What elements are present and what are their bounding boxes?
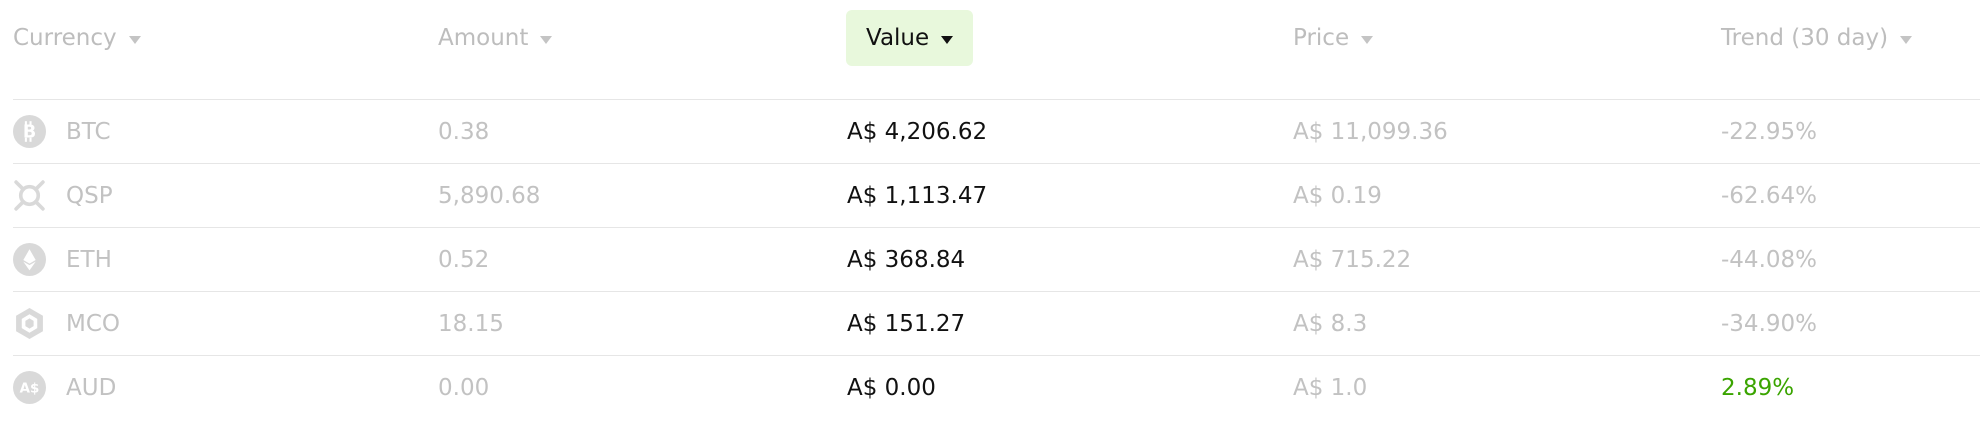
currency-cell: ETH (13, 228, 112, 291)
value-cell: A$ 0.00 (847, 374, 936, 401)
caret-down-icon (1361, 35, 1374, 44)
table-row[interactable]: A$ AUD 0.00 A$ 0.00 A$ 1.0 2.89% (13, 356, 1980, 419)
currency-code: QSP (66, 182, 113, 209)
caret-down-icon (540, 35, 553, 44)
column-header-trend: Trend (30 day) (1721, 25, 1889, 51)
sort-currency-button[interactable]: Currency (13, 10, 141, 66)
aud-icon: A$ (13, 371, 46, 404)
trend-cell: -34.90% (1721, 310, 1817, 337)
value-cell: A$ 368.84 (847, 246, 966, 273)
btc-icon: B (13, 115, 46, 148)
sort-trend-button[interactable]: Trend (30 day) (1721, 10, 1913, 66)
table-row[interactable]: QSP 5,890.68 A$ 1,113.47 A$ 0.19 -62.64% (13, 164, 1980, 228)
price-cell: A$ 0.19 (1293, 182, 1382, 209)
trend-cell: -62.64% (1721, 182, 1817, 209)
svg-text:A$: A$ (20, 382, 40, 397)
value-cell: A$ 151.27 (847, 310, 966, 337)
price-cell: A$ 11,099.36 (1293, 118, 1448, 145)
sort-value-button[interactable]: Value (846, 10, 974, 66)
amount-cell: 18.15 (438, 310, 504, 337)
amount-cell: 5,890.68 (438, 182, 541, 209)
price-cell: A$ 8.3 (1293, 310, 1368, 337)
eth-icon (13, 243, 46, 276)
currency-code: MCO (66, 310, 121, 337)
currency-cell: MCO (13, 292, 120, 355)
amount-cell: 0.52 (438, 246, 490, 273)
sort-price-button[interactable]: Price (1293, 10, 1374, 66)
table-row[interactable]: MCO 18.15 A$ 151.27 A$ 8.3 -34.90% (13, 292, 1980, 356)
trend-cell: 2.89% (1721, 374, 1795, 401)
caret-down-icon (1900, 35, 1913, 44)
column-header-amount: Amount (438, 25, 529, 51)
amount-cell: 0.00 (438, 374, 490, 401)
trend-cell: -22.95% (1721, 118, 1817, 145)
table-row[interactable]: B BTC 0.38 A$ 4,206.62 A$ 11,099.36 -22.… (13, 100, 1980, 164)
value-cell: A$ 1,113.47 (847, 182, 988, 209)
table-header: Currency Amount Value Price Trend (30 da… (13, 0, 1980, 100)
value-cell: A$ 4,206.62 (847, 118, 988, 145)
currency-cell: QSP (13, 164, 113, 227)
trend-cell: -44.08% (1721, 246, 1817, 273)
price-cell: A$ 1.0 (1293, 374, 1368, 401)
column-header-price: Price (1293, 25, 1350, 51)
caret-down-icon (941, 35, 954, 44)
table-row[interactable]: ETH 0.52 A$ 368.84 A$ 715.22 -44.08% (13, 228, 1980, 292)
column-header-currency: Currency (13, 25, 117, 51)
sort-amount-button[interactable]: Amount (438, 10, 553, 66)
currency-code: BTC (66, 118, 111, 145)
price-cell: A$ 715.22 (1293, 246, 1412, 273)
caret-down-icon (128, 35, 141, 44)
currency-code: AUD (66, 374, 117, 401)
currency-cell: B BTC (13, 100, 111, 163)
qsp-icon (13, 179, 46, 212)
amount-cell: 0.38 (438, 118, 490, 145)
currency-code: ETH (66, 246, 112, 273)
column-header-value: Value (866, 25, 930, 51)
mco-icon (13, 307, 46, 340)
currency-cell: A$ AUD (13, 356, 116, 419)
holdings-table: Currency Amount Value Price Trend (30 da… (13, 0, 1980, 419)
